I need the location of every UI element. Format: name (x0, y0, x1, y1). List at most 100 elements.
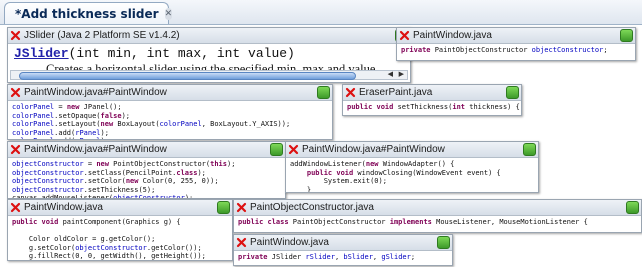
search-icon[interactable] (270, 143, 283, 156)
bubble-title: JSlider (Java 2 Platform SE v1.4.2) (24, 30, 180, 41)
code-token: new (100, 120, 114, 129)
code-bubble[interactable]: PaintWindow.java#PaintWindow objectConstr… (7, 141, 286, 199)
code-line: private JSlider rSlider, bSlider, gSlide… (238, 253, 448, 262)
code-line: g.setColor(objectConstructor.getColor())… (12, 244, 228, 253)
code-body[interactable]: colorPanel = new JPanel(); colorPanel.set… (8, 101, 332, 139)
close-bubble-icon[interactable] (236, 202, 247, 213)
code-token: ); (100, 128, 109, 137)
code-line: public class PaintObjectConstructor impl… (238, 218, 637, 227)
code-line: colorPanel.setOpaque(false); (12, 112, 328, 121)
scroll-left-icon[interactable]: ◀ (388, 70, 393, 78)
code-token: colorPanel (12, 128, 55, 137)
bubble-header: PaintObjectConstructor.java (234, 200, 641, 216)
search-icon[interactable] (523, 143, 536, 156)
code-token: private (238, 253, 268, 261)
bubble-header: PaintWindow.java (234, 235, 452, 251)
code-line: colorPanel.setLayout(new BoxLayout(color… (12, 120, 328, 129)
close-bubble-icon[interactable] (288, 144, 299, 155)
code-token: class (176, 168, 198, 177)
close-bubble-icon[interactable] (236, 237, 247, 248)
code-body[interactable]: public void paintComponent(Graphics g) {… (8, 216, 232, 261)
bubble-title: PaintWindow.java#PaintWindow (24, 144, 167, 155)
close-bubble-icon[interactable] (10, 87, 21, 98)
code-body[interactable]: public class PaintObjectConstructor impl… (234, 216, 641, 227)
code-body[interactable]: addWindowListener(new WindowAdapter() { … (286, 158, 538, 193)
code-token: bSlider (343, 253, 373, 261)
code-token: Color(0, 255, 0)); (138, 177, 219, 186)
close-bubble-icon[interactable] (10, 202, 21, 213)
code-bubble[interactable]: PaintWindow.java public void paintCompone… (7, 199, 233, 261)
code-line: colorPanel = new JPanel(); (12, 103, 328, 112)
code-token: new (125, 177, 139, 186)
code-token: g.fillRect(0, 0, getWidth(), getHeight()… (12, 252, 206, 261)
code-token: rPanel (75, 128, 101, 137)
editor-tab-bar: *Add thickness slider ✕ (0, 0, 642, 25)
code-bubble[interactable]: EraserPaint.java public void setThickness… (342, 84, 522, 116)
code-token: .setLayout( (54, 120, 101, 129)
code-line: colorPanel.add(rPanel); (12, 129, 328, 138)
code-token: .add( (54, 137, 75, 139)
code-body[interactable]: private JSlider rSlider, bSlider, gSlide… (234, 251, 452, 262)
code-token: JSlider (267, 253, 306, 261)
code-token: thickness) { (465, 103, 520, 111)
code-bubble[interactable]: PaintWindow.java#PaintWindow addWindowLis… (285, 141, 539, 193)
code-token: addWindowListener( (290, 160, 366, 168)
doc-class-link[interactable]: JSlider (14, 46, 69, 61)
code-token: new (96, 160, 109, 168)
code-token: public void (12, 218, 59, 226)
search-icon[interactable] (317, 86, 330, 99)
code-token: .setThickness(5); (83, 185, 156, 194)
close-bubble-icon[interactable] (345, 87, 356, 98)
code-token: ); (226, 160, 236, 168)
tab-label: *Add thickness slider (15, 6, 159, 21)
code-bubble[interactable]: PaintWindow.java#PaintWindow colorPanel =… (7, 84, 333, 140)
code-token: .setClass(PencilPoint. (83, 168, 177, 177)
code-token: System.exit(0); (290, 177, 387, 186)
close-bubble-icon[interactable] (10, 144, 21, 155)
code-body[interactable]: private PaintObjectConstructor objectCon… (397, 44, 635, 55)
code-token: colorPanel (12, 120, 55, 129)
bubble-header: PaintWindow.java (397, 28, 635, 44)
tab-add-thickness-slider[interactable]: *Add thickness slider ✕ (4, 2, 173, 24)
code-token: MouseListener, MouseMotionListener { (431, 218, 588, 226)
search-icon[interactable] (217, 201, 230, 214)
code-bubble[interactable]: PaintWindow.java private PaintObjectConst… (396, 27, 636, 61)
code-body[interactable]: objectConstructor = new PointObjectConst… (8, 158, 285, 198)
code-token: objectConstructor (12, 177, 84, 186)
code-body[interactable]: public void setThickness(int thickness) … (343, 101, 521, 112)
search-icon[interactable] (626, 201, 639, 214)
close-bubble-icon[interactable] (399, 30, 410, 41)
code-token: private (401, 46, 435, 54)
code-token: objectConstructor (531, 46, 604, 54)
code-token: } (290, 185, 312, 193)
code-token: PointObjectConstructor( (108, 160, 211, 168)
code-token: colorPanel (12, 103, 55, 111)
code-token: JPanel(); (79, 103, 122, 111)
scroll-right-icon[interactable]: ▶ (399, 70, 404, 78)
bubble-header: JSlider (Java 2 Platform SE v1.4.2) (8, 28, 410, 44)
horizontal-scrollbar[interactable]: ◀ ▶ (10, 70, 408, 80)
doc-bubble[interactable]: JSlider (Java 2 Platform SE v1.4.2) JSli… (7, 27, 411, 83)
code-line: objectConstructor.setThickness(5); (12, 186, 281, 195)
code-token: PaintObjectConstructor (434, 46, 532, 54)
code-token: public void (306, 168, 354, 177)
code-line: } (290, 185, 534, 193)
code-token: new (66, 103, 80, 111)
code-token: .setColor( (83, 177, 126, 186)
search-icon[interactable] (437, 236, 450, 249)
close-icon[interactable]: ✕ (164, 7, 173, 20)
code-bubble[interactable]: PaintWindow.java private JSlider rSlider,… (233, 234, 453, 266)
bubble-header: PaintWindow.java (8, 200, 232, 216)
close-bubble-icon[interactable] (10, 30, 21, 41)
code-token: = (83, 160, 97, 168)
code-bubble[interactable]: PaintObjectConstructor.java public class … (233, 199, 642, 233)
code-token: objectConstructor (12, 160, 84, 168)
search-icon[interactable] (506, 86, 519, 99)
bubble-header: PaintWindow.java#PaintWindow (8, 142, 285, 158)
code-token: objectConstructor (12, 185, 84, 194)
code-token: g.setColor( (12, 243, 76, 252)
code-line: System.exit(0); (290, 177, 534, 186)
scrollbar-thumb[interactable] (19, 72, 356, 80)
search-icon[interactable] (620, 29, 633, 42)
